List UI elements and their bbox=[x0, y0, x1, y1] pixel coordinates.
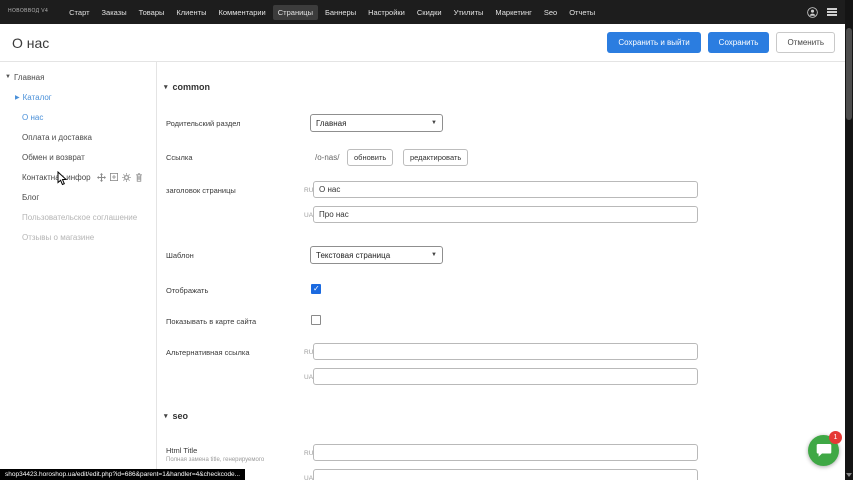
html-title-hint: Полная замена title, генерируемого bbox=[166, 457, 311, 465]
sidebar-item-label: Оплата и доставка bbox=[22, 133, 92, 142]
caret-right-icon[interactable]: ▶ bbox=[15, 94, 20, 101]
topbar: НОВОВВОД V4 shop34423.horoshop.ua СтартЗ… bbox=[0, 0, 853, 24]
template-value: Текстовая страница bbox=[316, 251, 390, 260]
html-title-ru-input[interactable] bbox=[313, 444, 698, 461]
section-seo-title: seo bbox=[173, 411, 189, 421]
link-edit-button[interactable]: редактировать bbox=[403, 149, 468, 166]
lang-ru-label: RU bbox=[304, 349, 313, 356]
lang-ru-label: RU bbox=[304, 450, 313, 457]
alt-link-ua-input[interactable] bbox=[313, 368, 698, 385]
item-hover-tools bbox=[97, 173, 143, 182]
sidebar-item-katalog[interactable]: ▶Каталог bbox=[0, 87, 156, 107]
sidebar-item-label: Отзывы о магазине bbox=[22, 233, 94, 242]
menu-item-start[interactable]: Старт bbox=[64, 5, 94, 20]
chevron-down-icon: ▼ bbox=[431, 252, 437, 258]
section-common[interactable]: ▾ common bbox=[164, 82, 210, 92]
menu-item-marketing[interactable]: Маркетинг bbox=[490, 5, 536, 20]
trash-icon[interactable] bbox=[135, 173, 143, 182]
alt-link-label: Альтернативная ссылка bbox=[166, 348, 250, 357]
template-select[interactable]: Текстовая страница ▼ bbox=[310, 246, 443, 264]
topbar-menu: СтартЗаказыТоварыКлиентыКомментарииСтран… bbox=[64, 5, 807, 20]
sidebar-item-otzyvy-o-magazine[interactable]: Отзывы о магазине bbox=[0, 227, 156, 247]
sidebar-tree: ▼Главная▶КаталогО насОплата и доставкаОб… bbox=[0, 67, 156, 247]
collapse-common-icon[interactable]: ▾ bbox=[164, 83, 168, 91]
chat-widget-button[interactable]: 1 bbox=[808, 435, 839, 466]
brand-logo[interactable]: НОВОВВОД V4 shop34423.horoshop.ua bbox=[8, 9, 48, 15]
section-seo[interactable]: ▾ seo bbox=[164, 411, 188, 421]
sidebar-item-label: Главная bbox=[14, 73, 44, 82]
collapse-seo-icon[interactable]: ▾ bbox=[164, 412, 168, 420]
caret-down-icon[interactable]: ▼ bbox=[5, 74, 11, 80]
menu-item-seo[interactable]: Seo bbox=[539, 5, 562, 20]
link-label: Ссылка bbox=[166, 153, 193, 162]
menu-item-comments[interactable]: Комментарии bbox=[214, 5, 271, 20]
status-url-bar: shop34423.horoshop.ua/edit/edit.php?id=6… bbox=[0, 469, 245, 480]
sitemap-label: Показывать в карте сайта bbox=[166, 317, 256, 326]
menu-item-discounts[interactable]: Скидки bbox=[412, 5, 447, 20]
link-refresh-button[interactable]: обновить bbox=[347, 149, 393, 166]
sidebar-item-label: Обмен и возврат bbox=[22, 153, 85, 162]
parent-section-value: Главная bbox=[316, 119, 346, 128]
sidebar-item-obmen-i-vozvrat[interactable]: Обмен и возврат bbox=[0, 147, 156, 167]
lang-ua-label: UA bbox=[304, 374, 313, 381]
template-label: Шаблон bbox=[166, 251, 194, 260]
save-and-exit-button[interactable]: Сохранить и выйти bbox=[607, 32, 700, 53]
page-title: О нас bbox=[12, 35, 607, 51]
page-title-ru-input[interactable] bbox=[313, 181, 698, 198]
sidebar-item-polzovatelskoe-soglashenie[interactable]: Пользовательское соглашение bbox=[0, 207, 156, 227]
gear-icon[interactable] bbox=[122, 173, 131, 182]
html-title-label: Html Title bbox=[166, 446, 197, 455]
cancel-button[interactable]: Отменить bbox=[776, 32, 835, 53]
account-icon[interactable] bbox=[807, 7, 818, 18]
menu-item-reports[interactable]: Отчеты bbox=[564, 5, 600, 20]
display-checkbox[interactable] bbox=[311, 284, 321, 294]
menu-item-utilities[interactable]: Утилиты bbox=[449, 5, 489, 20]
sidebar: ▼Главная▶КаталогО насОплата и доставкаОб… bbox=[0, 62, 157, 480]
parent-section-label: Родительский раздел bbox=[166, 119, 241, 128]
parent-section-select[interactable]: Главная ▼ bbox=[310, 114, 443, 132]
alt-link-ru-input[interactable] bbox=[313, 343, 698, 360]
section-common-title: common bbox=[173, 82, 211, 92]
lang-ua-label: UA bbox=[304, 212, 313, 219]
page-title-ua-input[interactable] bbox=[313, 206, 698, 223]
sidebar-item-kontaktnaya-infor[interactable]: Контактная инфор bbox=[0, 167, 156, 187]
page-title-label: заголовок страницы bbox=[166, 186, 236, 195]
menu-item-settings[interactable]: Настройки bbox=[363, 5, 410, 20]
menu-item-clients[interactable]: Клиенты bbox=[171, 5, 211, 20]
save-button[interactable]: Сохранить bbox=[708, 32, 770, 53]
display-label: Отображать bbox=[166, 286, 208, 295]
sidebar-item-blog[interactable]: Блог bbox=[0, 187, 156, 207]
main-panel: ▾ common Родительский раздел Главная ▼ С… bbox=[158, 62, 845, 480]
menu-item-orders[interactable]: Заказы bbox=[97, 5, 132, 20]
sidebar-item-o-nas[interactable]: О нас bbox=[0, 107, 156, 127]
sidebar-item-label: О нас bbox=[22, 113, 43, 122]
menu-item-banners[interactable]: Баннеры bbox=[320, 5, 361, 20]
plus-icon[interactable] bbox=[110, 173, 118, 181]
menu-item-pages[interactable]: Страницы bbox=[273, 5, 318, 20]
sidebar-item-label: Блог bbox=[22, 193, 39, 202]
brand-version: НОВОВВОД V4 bbox=[8, 9, 48, 15]
sidebar-item-label: Пользовательское соглашение bbox=[22, 213, 137, 222]
link-value: /o-nas/ bbox=[315, 153, 339, 162]
scrollbar-thumb[interactable] bbox=[846, 28, 852, 120]
menu-item-products[interactable]: Товары bbox=[134, 5, 170, 20]
chat-unread-badge: 1 bbox=[829, 431, 842, 444]
sitemap-checkbox[interactable] bbox=[311, 315, 321, 325]
html-title-ua-input[interactable] bbox=[313, 469, 698, 480]
menu-icon[interactable] bbox=[827, 7, 837, 17]
lang-ua-label: UA bbox=[304, 475, 313, 480]
sidebar-item-glavnaya[interactable]: ▼Главная bbox=[0, 67, 156, 87]
chat-icon bbox=[816, 443, 832, 458]
page-header: О нас Сохранить и выйти Сохранить Отмени… bbox=[0, 24, 853, 62]
sidebar-item-label: Контактная инфор bbox=[22, 173, 91, 182]
topbar-icons bbox=[807, 7, 837, 18]
scroll-down-icon[interactable] bbox=[846, 473, 852, 477]
page-scrollbar[interactable] bbox=[845, 0, 853, 480]
sidebar-item-label: Каталог bbox=[23, 93, 52, 102]
lang-ru-label: RU bbox=[304, 187, 313, 194]
chevron-down-icon: ▼ bbox=[431, 120, 437, 126]
move-icon[interactable] bbox=[97, 173, 106, 182]
sidebar-item-oplata-i-dostavka[interactable]: Оплата и доставка bbox=[0, 127, 156, 147]
